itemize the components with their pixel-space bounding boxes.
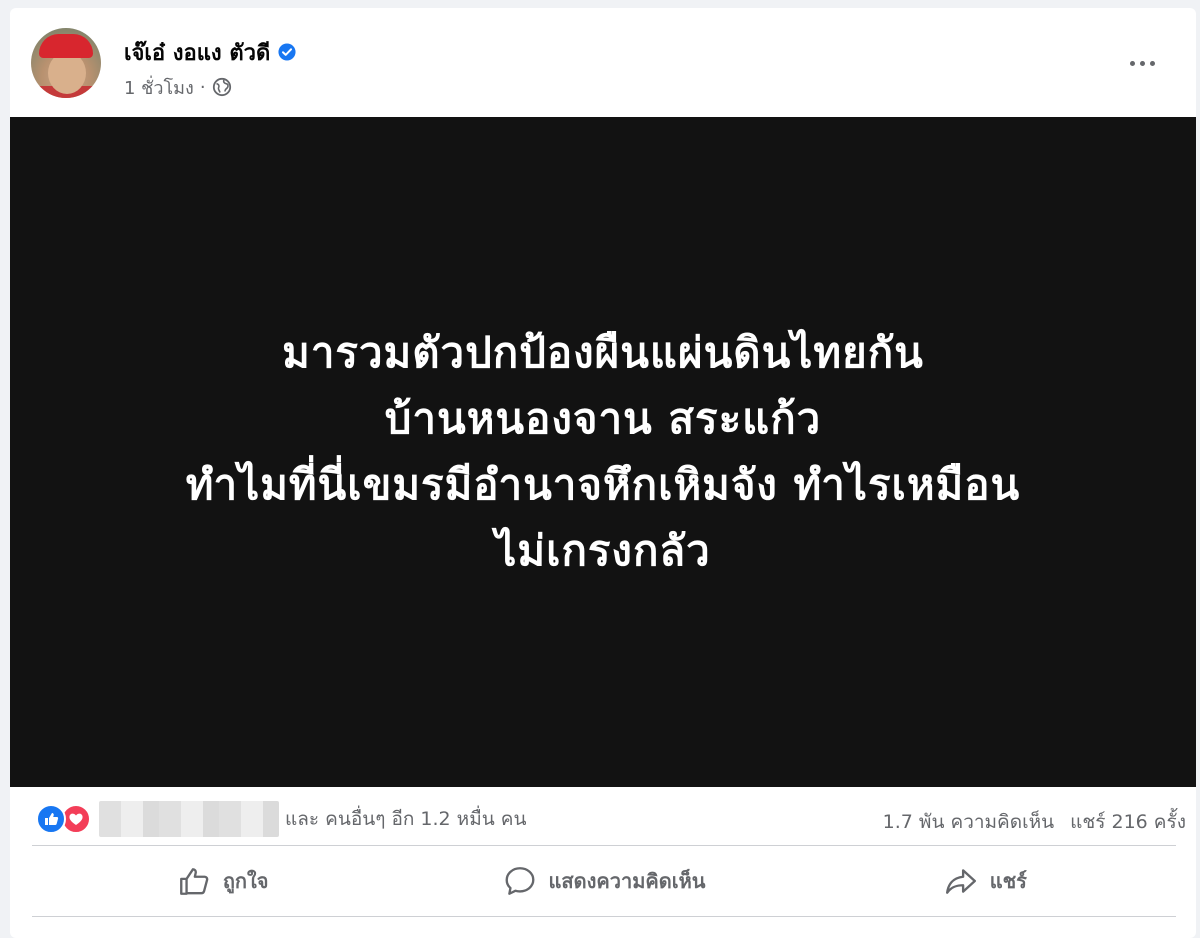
comment-button[interactable]: แสดงความคิดเห็น (413, 846, 794, 916)
shares-count-link[interactable]: แชร์ 216 ครั้ง (1070, 807, 1186, 837)
verified-badge-icon (278, 43, 296, 61)
post-text-image[interactable]: มารวมตัวปกป้องผืนแผ่นดินไทยกัน บ้านหนองจ… (10, 117, 1196, 787)
image-text-line: ไม่เกรงกลัว (495, 526, 711, 575)
more-dot-icon (1129, 60, 1135, 66)
engagement-counts: 1.7 พัน ความคิดเห็น แชร์ 216 ครั้ง (883, 807, 1186, 837)
more-dot-icon (1139, 60, 1145, 66)
post-actions-bar: ถูกใจ แสดงความคิดเห็น แชร์ (32, 846, 1176, 916)
share-label: แชร์ (989, 869, 1027, 893)
globe-icon[interactable] (212, 77, 232, 97)
image-text-line: มารวมตัวปกป้องผืนแผ่นดินไทยกัน (282, 328, 924, 377)
like-button[interactable]: ถูกใจ (32, 846, 413, 916)
comment-label: แสดงความคิดเห็น (548, 869, 706, 893)
image-text-line: ทำไมที่นี่เขมรมีอำนาจหึกเหิมจัง ทำไรเหมื… (185, 460, 1021, 509)
image-text-line: บ้านหนองจาน สระแก้ว (384, 394, 822, 443)
meta-separator: · (199, 76, 206, 98)
author-name-row: เจ๊เอ๋ งอแง ตัวดี (124, 36, 296, 68)
author-avatar[interactable] (31, 28, 101, 98)
post-stats: และ คนอื่นๆ อีก 1.2 หมื่น คน 1.7 พัน ควา… (10, 787, 1196, 845)
more-options-button[interactable] (1120, 46, 1164, 80)
more-dot-icon (1149, 60, 1155, 66)
reactions-count-text: และ คนอื่นๆ อีก 1.2 หมื่น คน (285, 808, 527, 830)
post-timestamp[interactable]: 1 ชั่วโมง (124, 73, 194, 102)
share-arrow-icon (945, 869, 976, 894)
post-header: เจ๊เอ๋ งอแง ตัวดี 1 ชั่วโมง · (10, 8, 1196, 117)
like-reaction-icon (36, 804, 66, 834)
reactions-summary[interactable]: และ คนอื่นๆ อีก 1.2 หมื่น คน (36, 801, 526, 837)
blurred-reactor-names (99, 801, 279, 837)
actions-divider (32, 916, 1176, 917)
thumbs-up-icon (179, 868, 209, 895)
like-label: ถูกใจ (222, 869, 269, 893)
comment-bubble-icon (505, 867, 534, 895)
author-name[interactable]: เจ๊เอ๋ งอแง ตัวดี (124, 35, 270, 70)
share-button[interactable]: แชร์ (795, 846, 1176, 916)
post-card: เจ๊เอ๋ งอแง ตัวดี 1 ชั่วโมง · มารวมตัวปก… (10, 8, 1196, 938)
comments-count-link[interactable]: 1.7 พัน ความคิดเห็น (883, 807, 1054, 837)
post-meta: 1 ชั่วโมง · (124, 74, 232, 100)
